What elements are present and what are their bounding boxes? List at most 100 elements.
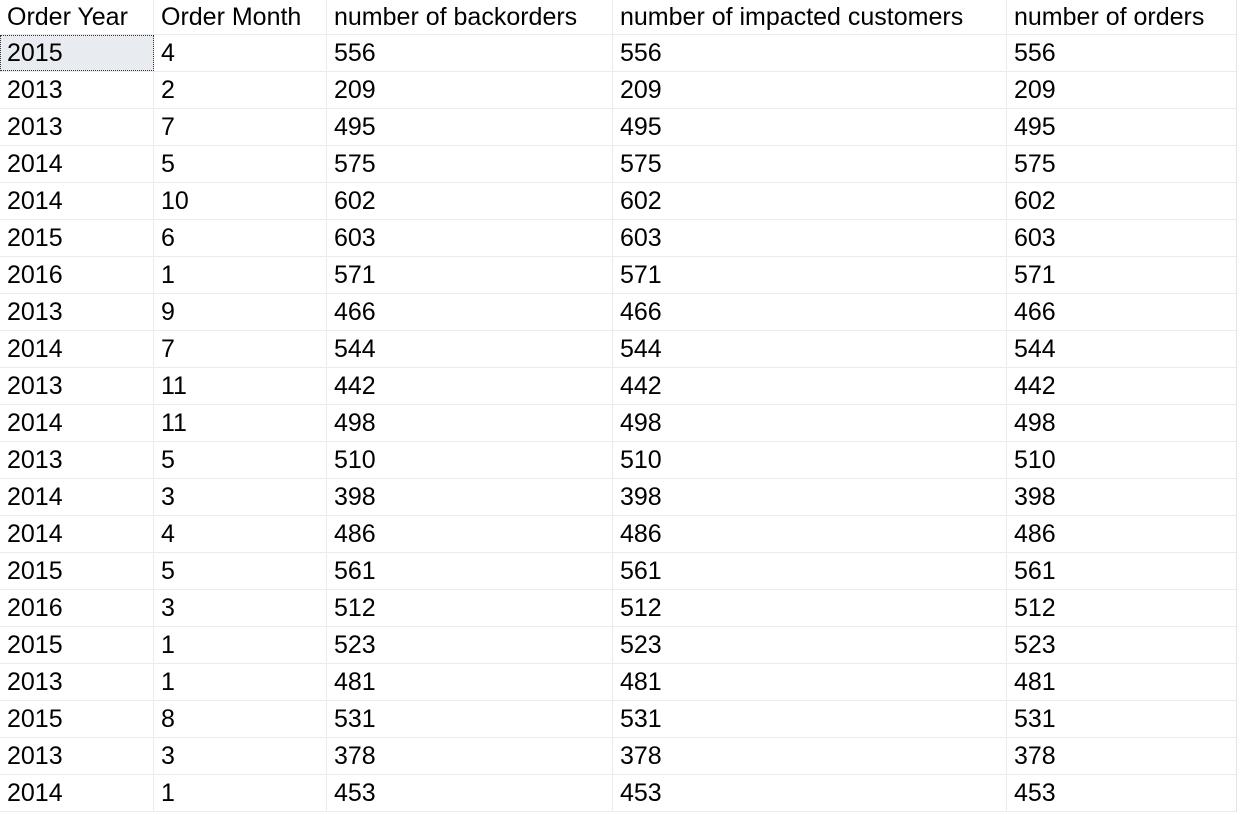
table-row[interactable]: 2013 11 442 442 442 — [0, 368, 1236, 405]
cell-order-month[interactable]: 2 — [154, 72, 327, 108]
cell-number-of-impacted-customers[interactable]: 510 — [613, 442, 1007, 478]
cell-order-month[interactable]: 1 — [154, 627, 327, 663]
column-header-order-year[interactable]: Order Year — [0, 0, 154, 34]
cell-number-of-backorders[interactable]: 495 — [327, 109, 613, 145]
table-row[interactable]: 2014 7 544 544 544 — [0, 331, 1236, 368]
cell-number-of-impacted-customers[interactable]: 378 — [613, 738, 1007, 774]
cell-number-of-orders[interactable]: 498 — [1007, 405, 1236, 441]
cell-number-of-impacted-customers[interactable]: 561 — [613, 553, 1007, 589]
column-header-number-of-orders[interactable]: number of orders — [1007, 0, 1236, 34]
cell-number-of-impacted-customers[interactable]: 453 — [613, 775, 1007, 811]
cell-number-of-impacted-customers[interactable]: 556 — [613, 35, 1007, 71]
cell-order-month[interactable]: 6 — [154, 220, 327, 256]
cell-order-month[interactable]: 8 — [154, 701, 327, 737]
cell-order-month[interactable]: 5 — [154, 146, 327, 182]
cell-order-month[interactable]: 5 — [154, 553, 327, 589]
cell-order-month[interactable]: 7 — [154, 109, 327, 145]
cell-order-month[interactable]: 4 — [154, 35, 327, 71]
cell-number-of-backorders[interactable]: 544 — [327, 331, 613, 367]
cell-order-year[interactable]: 2013 — [0, 368, 154, 404]
cell-number-of-impacted-customers[interactable]: 523 — [613, 627, 1007, 663]
table-row[interactable]: 2014 5 575 575 575 — [0, 146, 1236, 183]
cell-number-of-backorders[interactable]: 453 — [327, 775, 613, 811]
cell-number-of-impacted-customers[interactable]: 442 — [613, 368, 1007, 404]
cell-order-year[interactable]: 2014 — [0, 146, 154, 182]
cell-number-of-orders[interactable]: 602 — [1007, 183, 1236, 219]
cell-number-of-orders[interactable]: 512 — [1007, 590, 1236, 626]
cell-number-of-backorders[interactable]: 561 — [327, 553, 613, 589]
cell-order-year[interactable]: 2015 — [0, 701, 154, 737]
cell-order-year[interactable]: 2015 — [0, 35, 154, 71]
table-row[interactable]: 2015 8 531 531 531 — [0, 701, 1236, 738]
cell-number-of-backorders[interactable]: 442 — [327, 368, 613, 404]
cell-number-of-impacted-customers[interactable]: 209 — [613, 72, 1007, 108]
column-header-number-of-backorders[interactable]: number of backorders — [327, 0, 613, 34]
table-row[interactable]: 2016 1 571 571 571 — [0, 257, 1236, 294]
cell-number-of-backorders[interactable]: 398 — [327, 479, 613, 515]
table-row[interactable]: 2013 1 481 481 481 — [0, 664, 1236, 701]
cell-number-of-orders[interactable]: 481 — [1007, 664, 1236, 700]
cell-number-of-orders[interactable]: 495 — [1007, 109, 1236, 145]
cell-order-year[interactable]: 2016 — [0, 590, 154, 626]
table-row[interactable]: 2013 5 510 510 510 — [0, 442, 1236, 479]
cell-number-of-backorders[interactable]: 209 — [327, 72, 613, 108]
cell-number-of-orders[interactable]: 561 — [1007, 553, 1236, 589]
cell-order-month[interactable]: 1 — [154, 775, 327, 811]
table-row[interactable]: 2014 10 602 602 602 — [0, 183, 1236, 220]
cell-number-of-impacted-customers[interactable]: 571 — [613, 257, 1007, 293]
cell-order-year[interactable]: 2014 — [0, 183, 154, 219]
cell-number-of-impacted-customers[interactable]: 486 — [613, 516, 1007, 552]
table-row[interactable]: 2014 3 398 398 398 — [0, 479, 1236, 516]
cell-number-of-backorders[interactable]: 510 — [327, 442, 613, 478]
cell-number-of-backorders[interactable]: 575 — [327, 146, 613, 182]
cell-number-of-impacted-customers[interactable]: 512 — [613, 590, 1007, 626]
cell-number-of-impacted-customers[interactable]: 481 — [613, 664, 1007, 700]
cell-number-of-orders[interactable]: 571 — [1007, 257, 1236, 293]
cell-number-of-backorders[interactable]: 556 — [327, 35, 613, 71]
cell-number-of-orders[interactable]: 209 — [1007, 72, 1236, 108]
cell-number-of-orders[interactable]: 486 — [1007, 516, 1236, 552]
cell-order-month[interactable]: 4 — [154, 516, 327, 552]
cell-order-year[interactable]: 2015 — [0, 553, 154, 589]
cell-number-of-orders[interactable]: 398 — [1007, 479, 1236, 515]
cell-order-month[interactable]: 1 — [154, 257, 327, 293]
cell-number-of-impacted-customers[interactable]: 544 — [613, 331, 1007, 367]
cell-order-month[interactable]: 3 — [154, 479, 327, 515]
cell-number-of-backorders[interactable]: 466 — [327, 294, 613, 330]
table-row[interactable]: 2015 4 556 556 556 — [0, 35, 1236, 72]
cell-order-year[interactable]: 2014 — [0, 775, 154, 811]
table-row[interactable]: 2014 4 486 486 486 — [0, 516, 1236, 553]
cell-number-of-backorders[interactable]: 512 — [327, 590, 613, 626]
table-row[interactable]: 2016 3 512 512 512 — [0, 590, 1236, 627]
cell-order-year[interactable]: 2013 — [0, 109, 154, 145]
cell-number-of-orders[interactable]: 556 — [1007, 35, 1236, 71]
cell-number-of-impacted-customers[interactable]: 602 — [613, 183, 1007, 219]
cell-order-year[interactable]: 2014 — [0, 479, 154, 515]
cell-number-of-backorders[interactable]: 531 — [327, 701, 613, 737]
cell-number-of-backorders[interactable]: 486 — [327, 516, 613, 552]
cell-number-of-backorders[interactable]: 378 — [327, 738, 613, 774]
cell-order-month[interactable]: 9 — [154, 294, 327, 330]
cell-order-year[interactable]: 2013 — [0, 442, 154, 478]
cell-number-of-orders[interactable]: 510 — [1007, 442, 1236, 478]
table-row[interactable]: 2013 9 466 466 466 — [0, 294, 1236, 331]
table-row[interactable]: 2013 2 209 209 209 — [0, 72, 1236, 109]
cell-order-month[interactable]: 5 — [154, 442, 327, 478]
cell-order-year[interactable]: 2013 — [0, 664, 154, 700]
cell-order-month[interactable]: 3 — [154, 738, 327, 774]
table-row[interactable]: 2015 5 561 561 561 — [0, 553, 1236, 590]
cell-number-of-orders[interactable]: 453 — [1007, 775, 1236, 811]
cell-number-of-orders[interactable]: 603 — [1007, 220, 1236, 256]
cell-number-of-backorders[interactable]: 603 — [327, 220, 613, 256]
cell-number-of-impacted-customers[interactable]: 398 — [613, 479, 1007, 515]
cell-order-year[interactable]: 2016 — [0, 257, 154, 293]
cell-number-of-impacted-customers[interactable]: 495 — [613, 109, 1007, 145]
cell-number-of-backorders[interactable]: 481 — [327, 664, 613, 700]
cell-number-of-orders[interactable]: 466 — [1007, 294, 1236, 330]
cell-number-of-orders[interactable]: 378 — [1007, 738, 1236, 774]
table-row[interactable]: 2013 7 495 495 495 — [0, 109, 1236, 146]
cell-order-year[interactable]: 2014 — [0, 331, 154, 367]
cell-order-year[interactable]: 2014 — [0, 405, 154, 441]
cell-number-of-orders[interactable]: 575 — [1007, 146, 1236, 182]
cell-order-month[interactable]: 11 — [154, 368, 327, 404]
